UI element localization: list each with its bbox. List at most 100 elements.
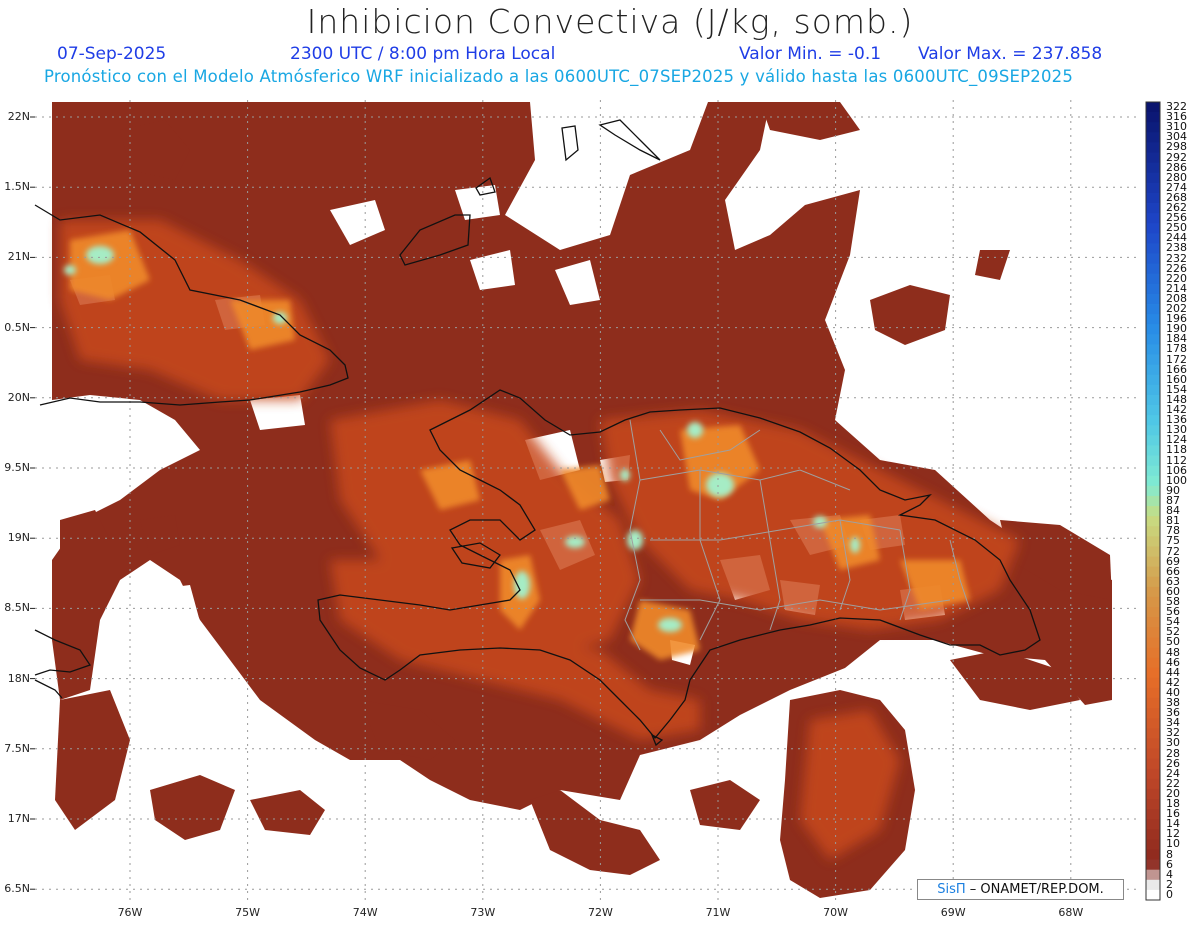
colorbar-swatch	[1146, 859, 1160, 871]
colorbar-swatch	[1146, 495, 1160, 507]
colorbar-swatch	[1146, 607, 1160, 618]
forecast-map	[30, 100, 1161, 902]
y-axis-label: 1.5N	[4, 180, 30, 194]
colorbar-swatch	[1146, 233, 1160, 244]
colorbar-swatch	[1146, 384, 1160, 396]
colorbar-swatch	[1146, 526, 1160, 537]
colorbar-swatch	[1146, 132, 1160, 143]
y-axis-label: 19N	[7, 531, 30, 545]
colorbar-swatch	[1146, 182, 1160, 194]
colorbar	[1145, 101, 1161, 901]
colorbar-swatch	[1146, 718, 1160, 729]
credit-text: – ONAMET/REP.DOM.	[965, 882, 1104, 897]
colorbar-swatch	[1146, 556, 1160, 568]
colorbar-swatch	[1146, 112, 1160, 123]
x-axis-label: 71W	[705, 906, 731, 919]
colorbar-swatch	[1146, 415, 1160, 426]
colorbar-swatch	[1146, 192, 1160, 204]
colorbar-swatch	[1146, 475, 1160, 487]
colorbar-swatch	[1146, 889, 1160, 901]
colorbar-swatch	[1146, 263, 1160, 275]
colorbar-swatch	[1146, 506, 1160, 517]
x-axis-label: 76W	[117, 906, 143, 919]
colorbar-swatch	[1146, 798, 1160, 810]
credit-box: SisΠ – ONAMET/REP.DOM.	[917, 879, 1124, 900]
x-axis-label: 75W	[235, 906, 261, 919]
colorbar-swatch	[1146, 374, 1160, 386]
colorbar-swatch	[1146, 304, 1160, 315]
colorbar-swatch	[1146, 435, 1160, 446]
colorbar-swatch	[1146, 819, 1160, 830]
y-axis-label: 17N	[7, 812, 30, 825]
colorbar-swatch	[1146, 708, 1160, 719]
colorbar-swatch	[1146, 142, 1160, 153]
colorbar-swatch	[1146, 465, 1160, 477]
colorbar-swatch	[1146, 516, 1160, 527]
colorbar-swatch	[1146, 334, 1160, 345]
y-axis-label: 18N	[7, 671, 30, 685]
colorbar-swatch	[1146, 788, 1160, 800]
colorbar-swatch	[1146, 667, 1160, 679]
x-axis-label: 72W	[587, 906, 613, 919]
y-axis-label: 0.5N	[4, 320, 30, 334]
colorbar-swatch	[1146, 162, 1160, 174]
y-axis-label: 20N	[7, 390, 30, 404]
colorbar-swatch	[1146, 849, 1160, 860]
colorbar-swatch	[1146, 738, 1160, 749]
x-axis-label: 73W	[470, 906, 496, 919]
credit-sis: SisΠ	[937, 882, 966, 897]
y-axis-label: 7.5N	[4, 741, 30, 755]
y-axis-label: 8.5N	[4, 601, 30, 615]
colorbar-swatch	[1146, 637, 1160, 648]
colorbar-swatch	[1146, 657, 1160, 669]
colorbar-swatch	[1146, 687, 1160, 699]
colorbar-swatch	[1146, 102, 1160, 113]
x-axis-label: 74W	[352, 906, 378, 919]
colorbar-swatch	[1146, 394, 1160, 406]
colorbar-swatch	[1146, 677, 1160, 689]
colorbar-swatch	[1146, 768, 1160, 780]
colorbar-swatch	[1146, 405, 1160, 416]
y-axis-label: 9.5N	[4, 461, 30, 474]
colorbar-swatch	[1146, 576, 1160, 588]
colorbar-swatch	[1146, 748, 1160, 759]
colorbar-swatch	[1146, 253, 1160, 265]
colorbar-swatch	[1146, 223, 1160, 234]
colorbar-swatch	[1146, 839, 1160, 850]
colorbar-swatch	[1146, 344, 1160, 355]
y-axis-label: 21N	[7, 250, 30, 264]
colorbar-swatch	[1146, 829, 1160, 840]
x-axis-label: 68W	[1058, 906, 1084, 919]
colorbar-swatch	[1146, 647, 1160, 658]
colorbar-swatch	[1146, 566, 1160, 578]
colorbar-swatch	[1146, 455, 1160, 467]
colorbar-swatch	[1146, 354, 1160, 366]
colorbar-swatch	[1146, 728, 1160, 739]
colorbar-swatch	[1146, 546, 1160, 557]
colorbar-swatch	[1146, 596, 1160, 608]
x-axis-label: 69W	[940, 906, 966, 919]
y-axis-label: 6.5N	[4, 882, 30, 896]
colorbar-swatch	[1146, 293, 1160, 305]
colorbar-swatch	[1146, 314, 1160, 325]
colorbar-swatch	[1146, 809, 1160, 820]
colorbar-swatch	[1146, 172, 1160, 184]
colorbar-swatch	[1146, 122, 1160, 133]
colorbar-swatch	[1146, 758, 1160, 770]
colorbar-swatch	[1146, 485, 1160, 497]
colorbar-swatch	[1146, 586, 1160, 598]
colorbar-swatch	[1146, 213, 1160, 224]
colorbar-swatch	[1146, 879, 1160, 891]
colorbar-swatch	[1146, 869, 1160, 881]
colorbar-swatch	[1146, 273, 1160, 285]
colorbar-swatch	[1146, 324, 1160, 335]
y-axis-label: 22N	[7, 110, 30, 123]
colorbar-swatch	[1146, 536, 1160, 547]
colorbar-swatch	[1146, 697, 1160, 709]
colorbar-swatch	[1146, 364, 1160, 376]
colorbar-swatch	[1146, 203, 1160, 214]
colorbar-swatch	[1146, 617, 1160, 628]
colorbar-swatch	[1146, 425, 1160, 436]
colorbar-swatch	[1146, 445, 1160, 456]
colorbar-swatch	[1146, 627, 1160, 638]
